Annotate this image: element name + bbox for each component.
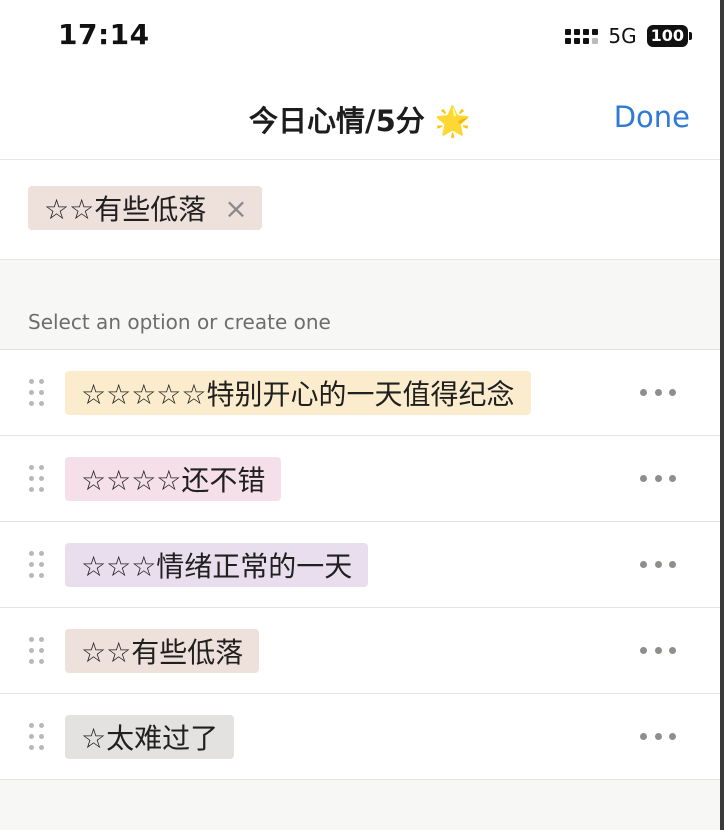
drag-handle-icon[interactable] <box>29 465 45 493</box>
option-row[interactable]: ☆☆有些低落 <box>0 607 720 693</box>
option-row[interactable]: ☆太难过了 <box>0 693 720 780</box>
network-label: 5G <box>608 24 637 48</box>
battery-level: 100 <box>646 25 688 47</box>
done-button[interactable]: Done <box>614 100 690 134</box>
drag-handle-icon[interactable] <box>29 379 45 407</box>
option-tag[interactable]: ☆☆☆☆还不错 <box>65 457 282 501</box>
close-icon[interactable]: × <box>224 192 247 225</box>
drag-handle-icon[interactable] <box>29 551 45 579</box>
option-tag[interactable]: ☆☆☆情绪正常的一天 <box>65 543 369 587</box>
option-tag[interactable]: ☆☆☆☆☆特别开心的一天值得纪念 <box>65 371 531 415</box>
drag-handle-icon[interactable] <box>29 723 45 751</box>
status-bar: 17:14 5G 100 <box>0 0 720 72</box>
option-row[interactable]: ☆☆☆☆☆特别开心的一天值得纪念 <box>0 349 720 435</box>
drag-handle-icon[interactable] <box>29 637 45 665</box>
screen-edge <box>720 0 724 830</box>
option-tag[interactable]: ☆☆有些低落 <box>65 629 260 673</box>
more-horizontal-icon[interactable] <box>640 730 676 742</box>
option-tag[interactable]: ☆太难过了 <box>65 715 235 759</box>
nav-bar: 今日心情/5分 🌟 Done <box>0 72 720 160</box>
option-row[interactable]: ☆☆☆☆还不错 <box>0 435 720 521</box>
status-indicators: 5G 100 <box>565 22 692 50</box>
section-header: Select an option or create one <box>28 310 331 334</box>
selected-values-area: ☆☆有些低落 × <box>0 160 720 260</box>
battery-icon: 100 <box>646 25 692 47</box>
more-horizontal-icon[interactable] <box>640 644 676 656</box>
selected-tag-label: ☆☆有些低落 <box>44 193 207 226</box>
option-row[interactable]: ☆☆☆情绪正常的一天 <box>0 521 720 607</box>
signal-icon <box>565 28 599 44</box>
options-list: ☆☆☆☆☆特别开心的一天值得纪念 ☆☆☆☆还不错 ☆☆☆情绪正常的一天 ☆☆有些… <box>0 349 720 780</box>
selected-tag: ☆☆有些低落 × <box>28 186 262 230</box>
status-time: 17:14 <box>58 18 150 51</box>
more-horizontal-icon[interactable] <box>640 558 676 570</box>
more-horizontal-icon[interactable] <box>640 386 676 398</box>
more-horizontal-icon[interactable] <box>640 472 676 484</box>
page-title: 今日心情/5分 🌟 <box>249 104 471 138</box>
